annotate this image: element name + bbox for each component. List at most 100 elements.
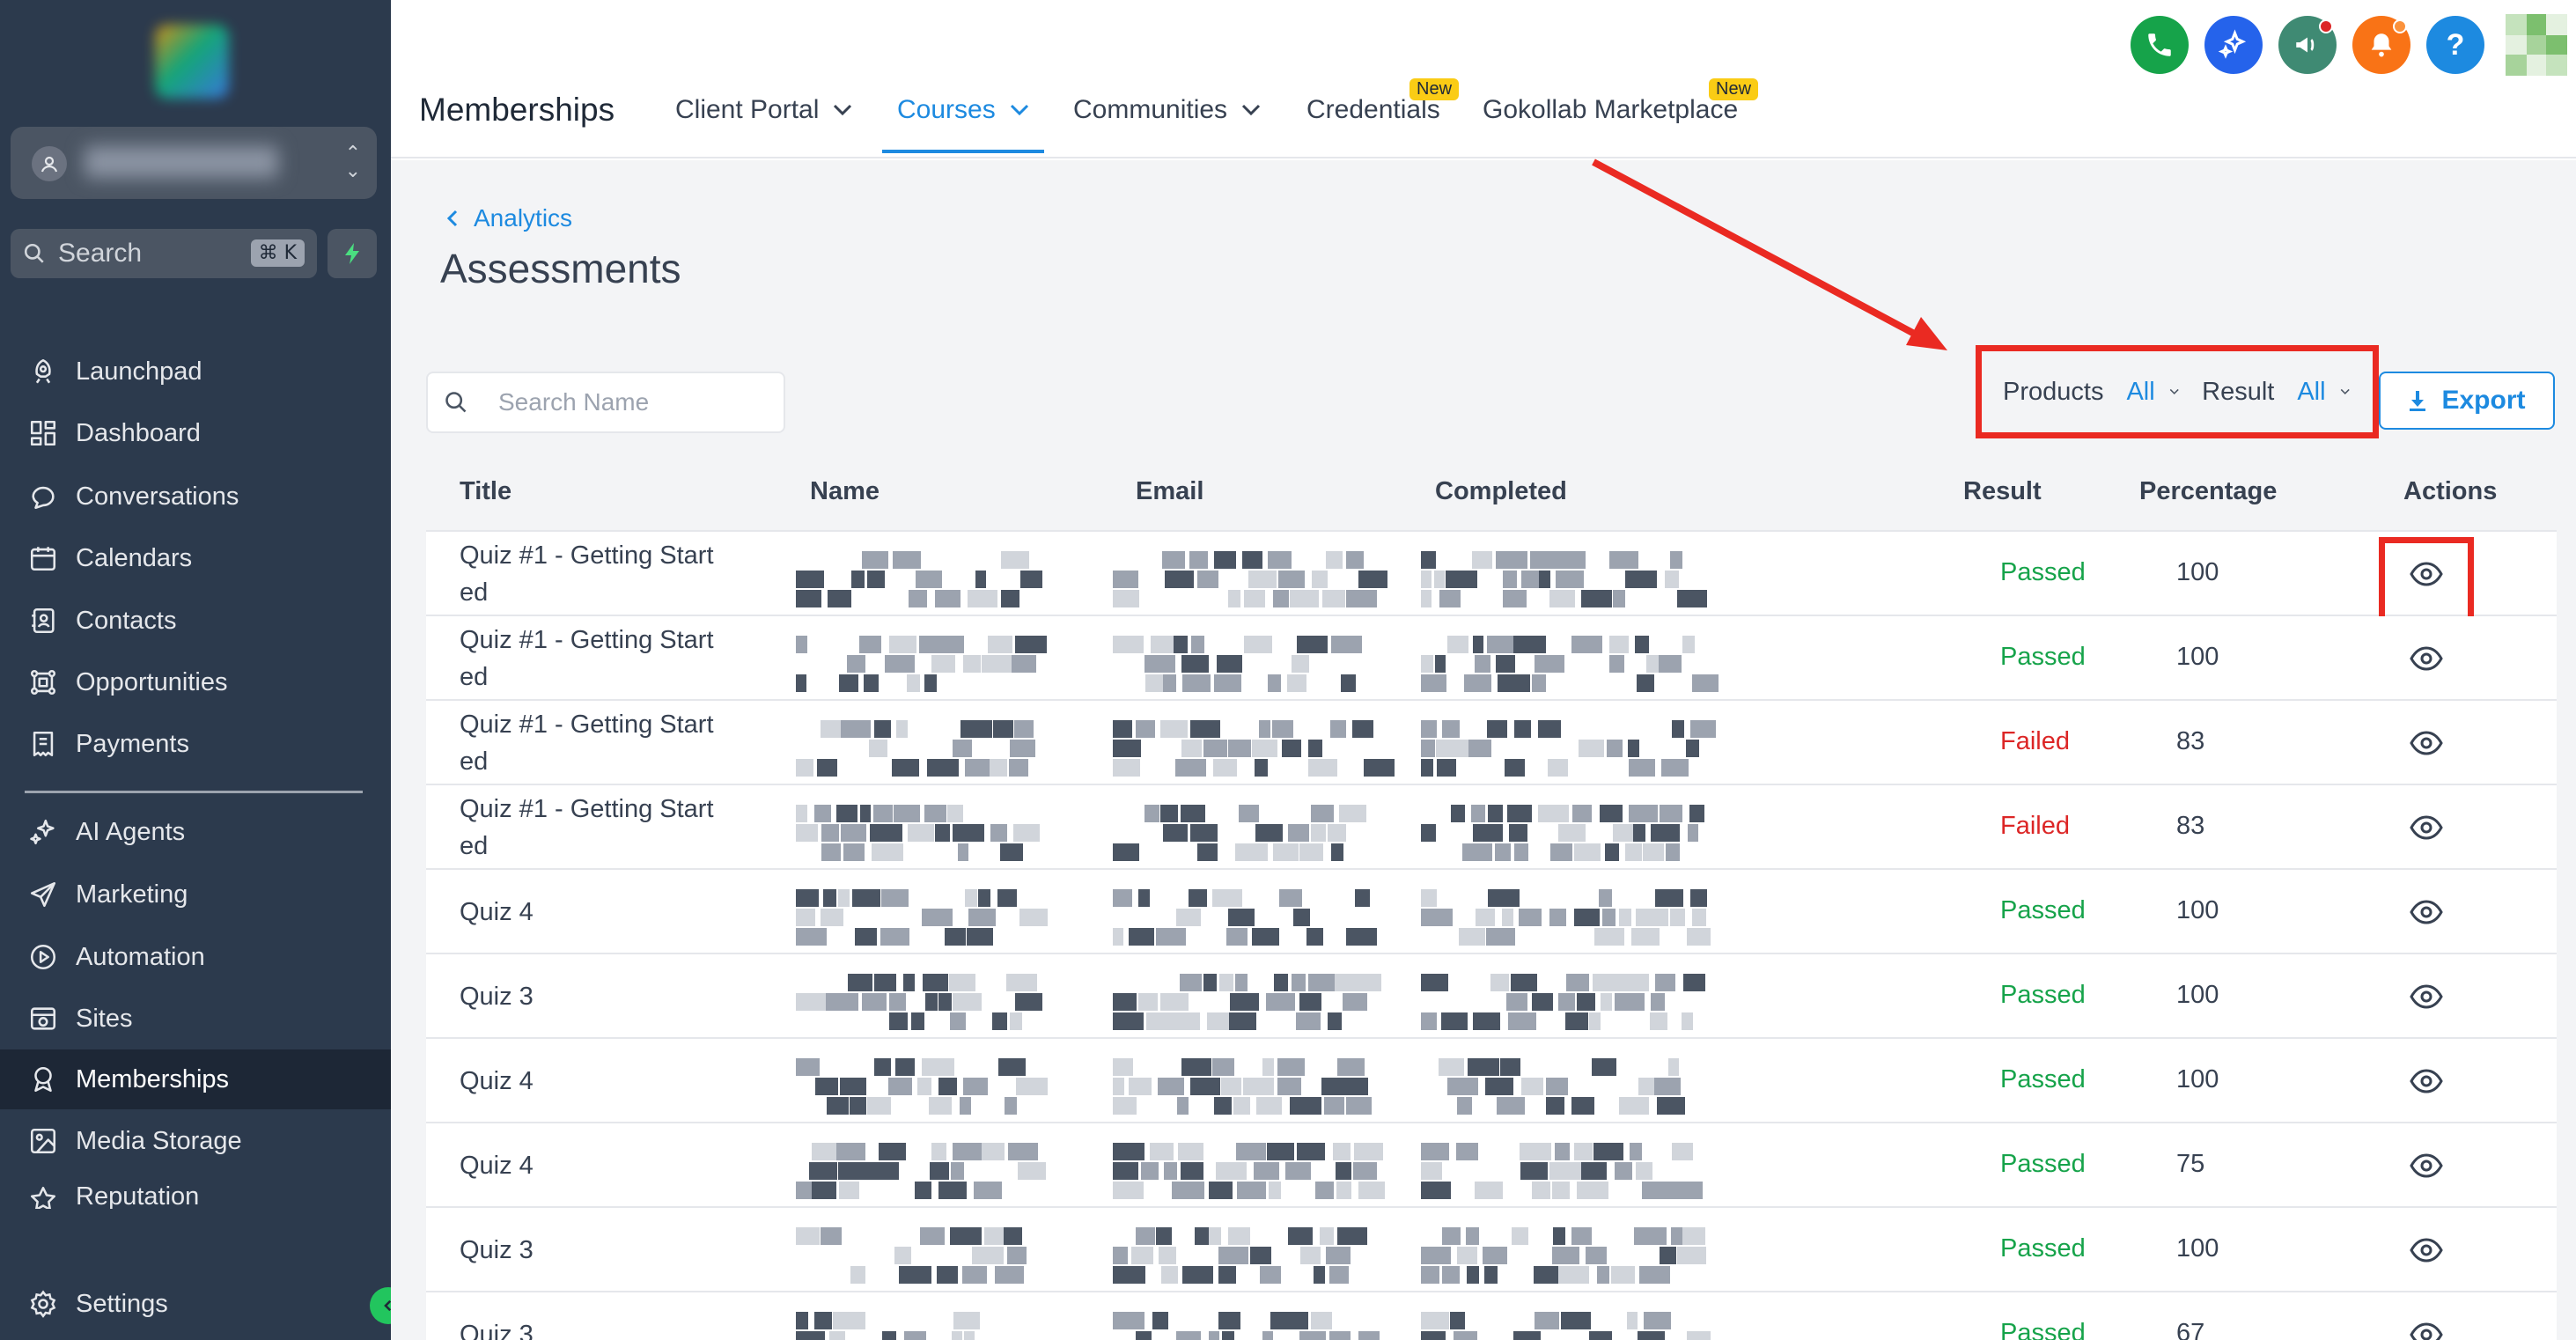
sidebar-item-label: Dashboard (76, 418, 201, 447)
tab-label: Communities (1073, 95, 1228, 124)
table-row: Quiz 3 Passed 67 (426, 1292, 2557, 1340)
view-button[interactable] (2407, 1064, 2446, 1099)
cell-result: Passed (2000, 896, 2086, 924)
location-icon (32, 146, 67, 181)
table-row: Quiz #1 - Getting Start ed Failed 83 (426, 701, 2557, 785)
view-button[interactable] (2407, 641, 2446, 676)
active-tab-indicator (882, 150, 1044, 153)
sidebar-item-dashboard[interactable]: Dashboard (0, 403, 391, 463)
cell-result: Passed (2000, 558, 2086, 586)
account-switcher[interactable]: ⌃ ⌄ (11, 127, 377, 199)
award-icon (26, 1063, 60, 1096)
view-button[interactable] (2407, 1233, 2446, 1268)
sidebar-item-payments[interactable]: Payments (0, 714, 391, 774)
eye-icon (2410, 731, 2443, 755)
sidebar-item-ai-agents[interactable]: AI Agents (0, 802, 391, 862)
chevron-down-icon (1242, 104, 1261, 116)
announcements-button[interactable] (2278, 16, 2337, 74)
help-button[interactable]: ? (2426, 16, 2484, 74)
sidebar-item-label: Conversations (76, 482, 239, 511)
notification-dot (2393, 19, 2407, 33)
cell-title: Quiz #1 - Getting Start ed (460, 541, 714, 607)
main-content: Analytics Assessments Search Name Produc… (391, 160, 2576, 1340)
search-icon (445, 392, 467, 413)
sidebar-item-automation[interactable]: Automation (0, 927, 391, 987)
chevron-down-icon[interactable] (2169, 387, 2179, 397)
sidebar-item-label: Opportunities (76, 667, 228, 696)
sidebar-item-settings[interactable]: Settings (0, 1274, 391, 1334)
shortcut-hint: ⌘ K (250, 239, 305, 267)
app-logo[interactable] (155, 25, 229, 99)
chevron-down-icon[interactable] (2340, 387, 2350, 397)
sidebar-item-marketing[interactable]: Marketing (0, 865, 391, 924)
cell-percentage: 100 (2176, 1234, 2219, 1263)
cell-result: Passed (2000, 1319, 2086, 1340)
rocket-icon (26, 355, 60, 388)
download-icon (2410, 391, 2426, 411)
view-button[interactable] (2407, 725, 2446, 761)
sidebar-item-contacts[interactable]: Contacts (0, 591, 391, 651)
products-filter-select[interactable]: All (2126, 378, 2154, 407)
view-button[interactable] (2407, 810, 2446, 845)
sidebar-item-launchpad[interactable]: Launchpad (0, 342, 391, 401)
sidebar-search[interactable]: Search ⌘ K (11, 229, 317, 278)
sidebar-item-media-storage[interactable]: Media Storage (0, 1111, 391, 1171)
contacts-icon (26, 604, 60, 637)
sidebar-item-label: Sites (76, 1004, 133, 1033)
export-button[interactable]: Export (2379, 372, 2555, 430)
cell-title: Quiz #1 - Getting Start ed (460, 710, 714, 776)
sidebar-item-sites[interactable]: Sites (0, 989, 391, 1049)
sidebar-item-label: Media Storage (76, 1126, 242, 1155)
cell-result: Failed (2000, 727, 2070, 755)
eye-icon (2410, 984, 2443, 1009)
ai-assistant-button[interactable] (2204, 16, 2263, 74)
sidebar-item-opportunities[interactable]: Opportunities (0, 652, 391, 712)
sidebar-item-conversations[interactable]: Conversations (0, 467, 391, 526)
table-row: Quiz 3 Passed 100 (426, 954, 2557, 1039)
page-title: Assessments (440, 246, 681, 291)
sidebar-item-reputation[interactable]: Reputation (0, 1174, 391, 1209)
sidebar-item-label: Automation (76, 942, 205, 971)
tab-communities[interactable]: Communities (1073, 95, 1261, 125)
cell-result: Passed (2000, 1234, 2086, 1263)
quick-action-button[interactable] (328, 229, 377, 278)
phone-button[interactable] (2131, 16, 2189, 74)
view-button[interactable] (2407, 1148, 2446, 1183)
search-name-input[interactable]: Search Name (426, 372, 785, 433)
tab-gokollab-marketplace[interactable]: Gokollab Marketplace (1483, 95, 1738, 125)
search-placeholder: Search Name (498, 388, 650, 416)
assessments-table: Title Name Email Completed Result Percen… (426, 456, 2557, 1340)
table-row: Quiz 3 Passed 100 (426, 1208, 2557, 1292)
sidebar-item-label: Memberships (76, 1064, 230, 1093)
opportunities-icon (26, 666, 60, 699)
sidebar-item-label: AI Agents (76, 817, 186, 846)
breadcrumb-analytics[interactable]: Analytics (474, 204, 572, 232)
tab-client-portal[interactable]: Client Portal (675, 95, 852, 125)
section-title: Memberships (419, 92, 615, 128)
sidebar-item-label: Calendars (76, 543, 193, 572)
sidebar-item-label: Contacts (76, 606, 177, 635)
column-email: Email (1136, 477, 1204, 505)
user-avatar[interactable] (2506, 14, 2567, 76)
cell-result: Passed (2000, 643, 2086, 671)
column-percentage: Percentage (2139, 477, 2278, 505)
cell-result: Passed (2000, 981, 2086, 1009)
breadcrumb[interactable]: Analytics (445, 204, 572, 232)
notifications-button[interactable] (2352, 16, 2410, 74)
lightning-icon (345, 243, 359, 264)
cell-result: Passed (2000, 1065, 2086, 1093)
view-button[interactable] (2407, 979, 2446, 1014)
tab-label: Client Portal (675, 95, 820, 124)
tab-courses[interactable]: Courses (897, 95, 1029, 125)
table-header: Title Name Email Completed Result Percen… (426, 456, 2557, 532)
view-button[interactable] (2407, 1317, 2446, 1340)
view-button[interactable] (2407, 895, 2446, 930)
result-filter-select[interactable]: All (2297, 378, 2325, 407)
table-row: Quiz 4 Passed 100 (426, 1039, 2557, 1123)
table-body: Quiz #1 - Getting Start ed Passed 100 Quiz … (426, 532, 2557, 1340)
column-name: Name (810, 477, 880, 505)
cell-result: Failed (2000, 812, 2070, 840)
sidebar-item-memberships[interactable]: Memberships (0, 1049, 391, 1109)
column-actions: Actions (2403, 477, 2498, 505)
sidebar-item-calendars[interactable]: Calendars (0, 528, 391, 588)
